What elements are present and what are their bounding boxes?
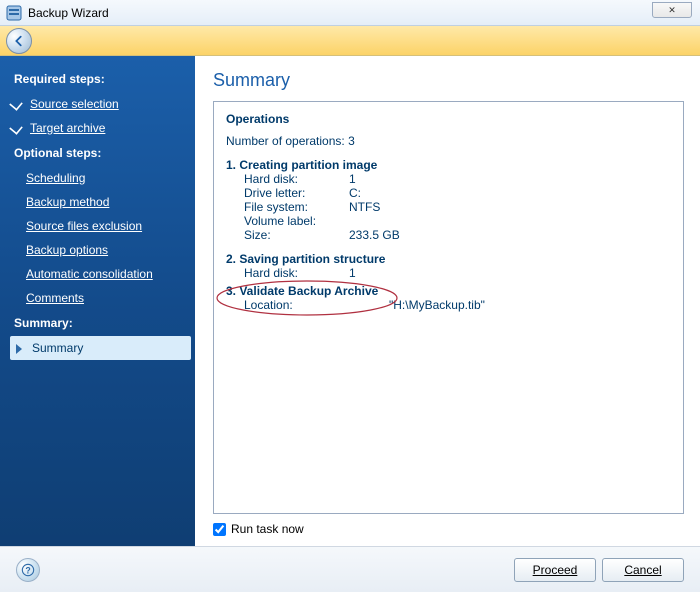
sidebar-item-scheduling[interactable]: Scheduling [0,166,195,190]
sidebar: Required steps: Source selection Target … [0,56,195,546]
step1-file-system: File system:NTFS [226,200,671,214]
page-title: Summary [213,70,684,91]
titlebar: Backup Wizard ✕ [0,0,700,26]
close-button[interactable]: ✕ [652,2,692,18]
step3-title: 3. Validate Backup Archive [226,284,671,298]
summary-heading: Summary: [0,310,195,336]
step2-title: 2. Saving partition structure [226,252,671,266]
operations-label: Operations [226,112,671,126]
proceed-button[interactable]: Proceed [514,558,596,582]
sidebar-item-backup-method[interactable]: Backup method [0,190,195,214]
optional-steps-heading: Optional steps: [0,140,195,166]
required-steps-heading: Required steps: [0,66,195,92]
back-button[interactable] [6,28,32,54]
help-icon: ? [21,563,35,577]
svg-text:?: ? [25,565,30,575]
sidebar-item-backup-options[interactable]: Backup options [0,238,195,262]
step2-hard-disk: Hard disk:1 [226,266,671,280]
summary-panel: Operations Number of operations: 3 1. Cr… [213,101,684,514]
back-arrow-icon [12,34,26,48]
operation-count: Number of operations: 3 [226,134,671,148]
run-task-label: Run task now [231,522,304,536]
run-task-row: Run task now [213,522,684,536]
step1-hard-disk: Hard disk:1 [226,172,671,186]
window-title: Backup Wizard [28,6,109,20]
sidebar-item-comments[interactable]: Comments [0,286,195,310]
cancel-button[interactable]: Cancel [602,558,684,582]
app-icon [6,5,22,21]
main-area: Required steps: Source selection Target … [0,56,700,546]
sidebar-item-source-selection[interactable]: Source selection [0,92,195,116]
sidebar-item-target-archive[interactable]: Target archive [0,116,195,140]
close-icon: ✕ [668,5,676,16]
content-area: Summary Operations Number of operations:… [195,56,700,546]
step1-drive-letter: Drive letter:C: [226,186,671,200]
step3-location: Location:"H:\MyBackup.tib" [226,298,671,312]
sidebar-item-summary[interactable]: Summary [10,336,191,360]
toolbar [0,26,700,56]
sidebar-item-source-files-exclusion[interactable]: Source files exclusion [0,214,195,238]
step1-title: 1. Creating partition image [226,158,671,172]
step1-volume-label: Volume label: [226,214,671,228]
step1-size: Size:233.5 GB [226,228,671,242]
sidebar-item-automatic-consolidation[interactable]: Automatic consolidation [0,262,195,286]
footer: ? Proceed Cancel [0,546,700,592]
run-task-checkbox[interactable] [213,523,226,536]
help-button[interactable]: ? [16,558,40,582]
